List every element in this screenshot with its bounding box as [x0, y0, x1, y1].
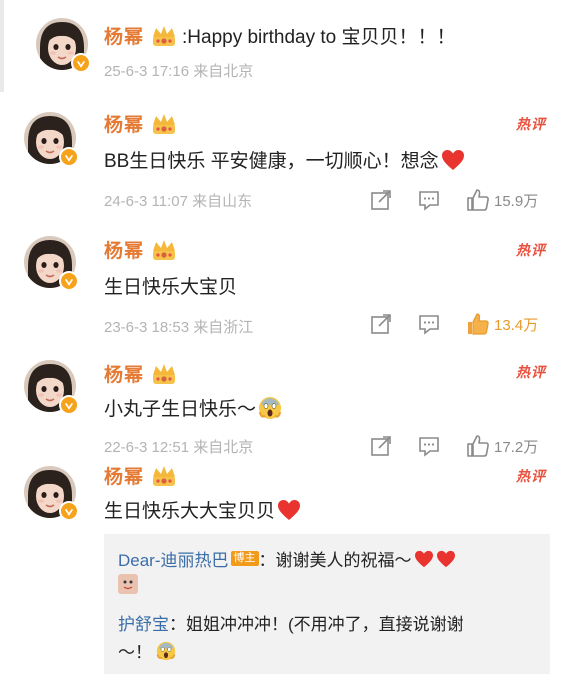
hot-comment-tag: 热评 — [516, 242, 546, 258]
reply-author[interactable]: 护舒宝 — [118, 610, 169, 635]
reply-author[interactable]: Dear-迪丽热巴 — [118, 546, 229, 571]
share-icon[interactable] — [370, 189, 392, 211]
avatar[interactable] — [24, 112, 79, 167]
verified-badge-icon — [59, 395, 79, 415]
verified-badge-icon — [59, 501, 79, 521]
reply-emoji-line — [118, 574, 138, 599]
commenter-name[interactable]: 杨幂 — [104, 236, 144, 263]
comment-meta: 24-6-3 11:07 来自山东 — [104, 193, 253, 210]
like-icon — [466, 434, 490, 458]
commenter-name[interactable]: 杨幂 — [104, 110, 144, 137]
heart-emoji-icon — [414, 550, 434, 568]
like-button[interactable]: 15.9万 — [466, 188, 538, 212]
vip-crown-icon — [150, 239, 178, 261]
hot-comment-tag: 热评 — [516, 468, 546, 484]
like-count: 17.2万 — [494, 438, 539, 456]
vip-crown-icon — [150, 363, 178, 385]
comment-icon[interactable] — [418, 313, 440, 335]
scream-emoji-icon — [258, 396, 282, 420]
commenter-name[interactable]: 杨幂 — [104, 360, 144, 387]
commenter-name[interactable]: 杨幂 — [104, 462, 144, 489]
reply-text: ：姐姐冲冲冲！(不用冲了，直接说谢谢 — [169, 615, 464, 634]
heart-emoji-icon — [441, 149, 465, 171]
hot-comment-tag: 热评 — [516, 364, 546, 380]
avatar[interactable] — [24, 466, 79, 521]
comment-text: BB生日快乐 平安健康，一切顺心！想念 — [104, 151, 439, 172]
reply-item: Dear-迪丽热巴 博主 ：谢谢美人的祝福～ — [118, 546, 456, 571]
replies-panel[interactable]: Dear-迪丽热巴 博主 ：谢谢美人的祝福～ 护舒宝 ：姐姐冲冲冲！(不用冲了，… — [104, 534, 550, 674]
like-count: 15.9万 — [494, 192, 539, 210]
comment-meta: 25-6-3 17:16 来自北京 — [104, 63, 254, 80]
share-icon[interactable] — [370, 313, 392, 335]
vip-crown-icon — [150, 113, 178, 135]
comment-icon[interactable] — [418, 189, 440, 211]
reply-text: ：谢谢美人的祝福～ — [258, 551, 412, 570]
comment-text: 生日快乐大宝贝 — [104, 277, 238, 298]
verified-badge-icon — [59, 147, 79, 167]
verified-badge-icon — [59, 271, 79, 291]
avatar[interactable] — [24, 360, 79, 415]
like-icon — [466, 312, 490, 336]
reply-text: ～！ — [118, 643, 152, 662]
scream-emoji-icon — [156, 641, 176, 661]
like-icon — [466, 188, 490, 212]
comment-text: :Happy birthday to 宝贝贝！！！ — [182, 27, 456, 48]
avatar[interactable] — [24, 236, 79, 291]
thread-indicator — [0, 0, 4, 92]
reply-item: 护舒宝 ：姐姐冲冲冲！(不用冲了，直接说谢谢 — [118, 610, 464, 635]
commenter-name[interactable]: 杨幂 — [104, 22, 144, 49]
share-icon[interactable] — [370, 435, 392, 457]
heart-emoji-icon — [436, 550, 456, 568]
like-count: 13.4万 — [494, 316, 539, 334]
vip-crown-icon — [150, 25, 178, 47]
blogger-badge: 博主 — [230, 551, 259, 566]
like-button[interactable]: 17.2万 — [466, 434, 538, 458]
reply-item-continuation: ～！ — [118, 638, 176, 663]
vip-crown-icon — [150, 465, 178, 487]
like-button[interactable]: 13.4万 — [466, 312, 538, 336]
avatar[interactable] — [36, 18, 91, 73]
comment-meta: 22-6-3 12:51 来自北京 — [104, 439, 254, 456]
comment-meta: 23-6-3 18:53 来自浙江 — [104, 319, 254, 336]
hot-comment-tag: 热评 — [516, 116, 546, 132]
comment-icon[interactable] — [418, 435, 440, 457]
heart-emoji-icon — [277, 499, 301, 521]
comment-text: 生日快乐大大宝贝贝 — [104, 501, 276, 522]
comment-text: 小丸子生日快乐～ — [104, 399, 257, 420]
verified-badge-icon — [71, 53, 91, 73]
face-emoji-icon — [118, 574, 138, 599]
